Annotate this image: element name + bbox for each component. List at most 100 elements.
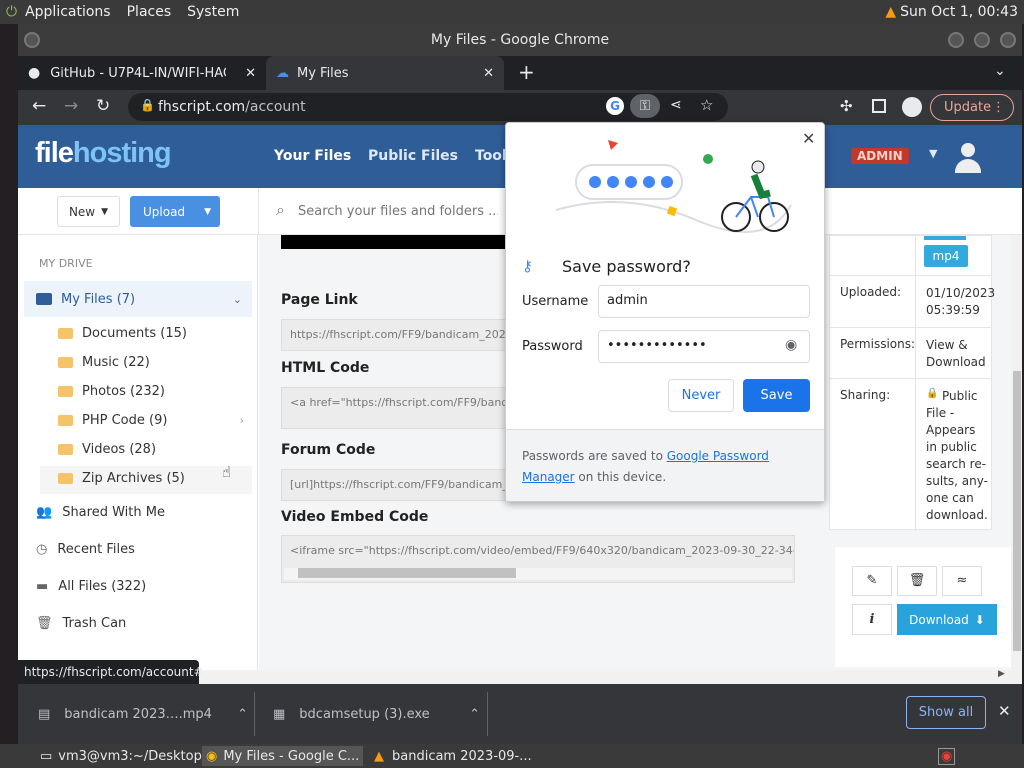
- taskbar-item-vlc[interactable]: ▲ bandicam 2023-09-...: [370, 746, 536, 766]
- sidebar-item-recent[interactable]: ◷ Recent Files: [36, 542, 135, 557]
- scroll-right-arrow-icon[interactable]: ▶: [998, 669, 1005, 679]
- cloud-icon: ☁: [276, 65, 289, 81]
- close-popup-icon[interactable]: ✕: [802, 129, 815, 148]
- vertical-scrollbar[interactable]: [1011, 235, 1022, 670]
- upload-dropdown-icon[interactable]: ▼: [204, 207, 211, 217]
- stats-button[interactable]: ≈: [942, 566, 982, 596]
- side-panel-icon[interactable]: [872, 99, 886, 113]
- folder-item-music[interactable]: Music (22): [58, 355, 150, 370]
- upload-button[interactable]: Upload ▼: [130, 196, 220, 227]
- taskbar-item-label: vm3@vm3:~/Desktop: [58, 748, 202, 764]
- never-button[interactable]: Never: [668, 379, 734, 412]
- chrome-icon: ◉: [206, 748, 218, 764]
- tab-search-chevron-icon[interactable]: ⌄: [994, 63, 1006, 79]
- taskbar-item-terminal[interactable]: ▭ vm3@vm3:~/Desktop: [36, 746, 206, 766]
- info-button[interactable]: i: [852, 604, 892, 635]
- sidebar-item-my-files[interactable]: My Files (7) ⌄: [24, 281, 252, 317]
- key-icon[interactable]: ⚿: [630, 94, 660, 118]
- sidebar-item-trash[interactable]: 🗑 Trash Can: [36, 616, 126, 631]
- file-type-tag[interactable]: mp4: [924, 245, 968, 267]
- page-horizontal-scrollbar[interactable]: [199, 670, 1022, 684]
- download-item-exe[interactable]: ▦ bdcamsetup (3).exe ⌃: [255, 684, 488, 744]
- site-logo[interactable]: filehosting: [35, 137, 172, 170]
- eye-icon[interactable]: ◉: [785, 337, 797, 353]
- tab-github[interactable]: ● GitHub - U7P4L-IN/WIFI-HAC ✕: [18, 56, 266, 90]
- admin-badge[interactable]: ADMIN: [851, 148, 909, 164]
- extensions-icon[interactable]: ✣: [840, 97, 853, 115]
- folder-item-php-code[interactable]: PHP Code (9) ›: [58, 413, 244, 428]
- taskbar-item-chrome[interactable]: ◉ My Files - Google C...: [202, 746, 364, 766]
- permissions-value: View & Download: [926, 338, 986, 369]
- delete-button[interactable]: 🗑: [897, 566, 937, 596]
- profile-avatar-icon[interactable]: [902, 97, 922, 117]
- google-icon[interactable]: G: [606, 97, 624, 115]
- embed-code-field[interactable]: <iframe src="https://fhscript.com/video/…: [281, 535, 795, 583]
- tab-my-files[interactable]: ☁ My Files ✕: [266, 56, 504, 90]
- search-input[interactable]: [298, 199, 498, 223]
- menu-system[interactable]: System: [187, 4, 239, 20]
- horizontal-scrollbar[interactable]: [284, 568, 792, 580]
- folder-item-zip-archives[interactable]: Zip Archives (5): [58, 471, 185, 486]
- nav-public-files[interactable]: Public Files: [368, 148, 458, 164]
- close-downloads-icon[interactable]: ✕: [998, 702, 1011, 720]
- sidebar: MY DRIVE My Files (7) ⌄ Documents (15) M…: [18, 235, 258, 670]
- back-icon[interactable]: ←: [32, 96, 46, 116]
- username-label: Username: [522, 294, 589, 309]
- save-button[interactable]: Save: [743, 379, 810, 412]
- chevron-right-icon[interactable]: ›: [240, 414, 244, 427]
- downloads-bar: ▤ bandicam 2023….mp4 ⌃ ▦ bdcamsetup (3).…: [18, 684, 1022, 744]
- reload-icon[interactable]: ↻: [96, 96, 110, 116]
- show-all-button[interactable]: Show all: [906, 696, 986, 729]
- chrome-icon: ◉: [938, 747, 956, 765]
- update-button[interactable]: Update ⋮: [930, 94, 1014, 121]
- scrollbar-thumb[interactable]: [298, 568, 516, 578]
- new-tab-icon[interactable]: +: [518, 60, 535, 84]
- folder-item-videos[interactable]: Videos (28): [58, 442, 156, 457]
- download-button[interactable]: Download ⬇: [897, 604, 997, 635]
- search-icon: ⌕: [276, 200, 285, 219]
- username-value: admin: [607, 293, 648, 308]
- desktop-background: [0, 24, 18, 744]
- close-tab-icon[interactable]: ✕: [245, 66, 256, 81]
- window-menu-button[interactable]: [24, 32, 40, 48]
- minimize-button[interactable]: [948, 32, 964, 48]
- share-icon[interactable]: ⋖: [670, 97, 682, 113]
- menu-places[interactable]: Places: [127, 4, 172, 20]
- clock[interactable]: Sun Oct 1, 00:43: [900, 4, 1018, 20]
- update-label: Update: [944, 100, 992, 115]
- close-tab-icon[interactable]: ✕: [483, 66, 494, 81]
- bookmark-star-icon[interactable]: ☆: [700, 96, 713, 114]
- os-logo-icon[interactable]: ⏻: [6, 4, 17, 20]
- edit-button[interactable]: ✎: [852, 566, 892, 596]
- popup-title: Save password?: [562, 257, 691, 276]
- nav-your-files[interactable]: Your Files: [274, 148, 351, 164]
- github-icon: ●: [28, 65, 41, 81]
- folder-item-documents[interactable]: Documents (15): [58, 326, 187, 341]
- username-field[interactable]: admin: [598, 285, 810, 318]
- lock-icon[interactable]: 🔒: [140, 98, 155, 112]
- new-button[interactable]: New ▼: [57, 196, 120, 227]
- folder-label: PHP Code (9): [82, 413, 168, 428]
- window-title: My Files - Google Chrome: [430, 32, 610, 48]
- user-avatar[interactable]: [955, 143, 981, 175]
- folder-item-photos[interactable]: Photos (232): [58, 384, 165, 399]
- password-field[interactable]: ••••••••••••• ◉: [598, 330, 810, 363]
- sidebar-item-all-files[interactable]: ▬ All Files (322): [36, 579, 146, 594]
- vlc-tray-icon[interactable]: ▲: [885, 4, 896, 20]
- taskbar-workspace-chrome[interactable]: ◉: [934, 746, 959, 766]
- address-bar[interactable]: 🔒 fhscript.com/account G ⚿ ⋖ ☆: [128, 93, 728, 121]
- os-top-panel: ⏻ Applications Places System ▲ Sun Oct 1…: [0, 0, 1024, 24]
- sidebar-item-shared[interactable]: 👥 Shared With Me: [36, 505, 165, 520]
- chevron-up-icon[interactable]: ⌃: [469, 707, 480, 722]
- admin-dropdown-icon[interactable]: ▼: [929, 147, 937, 160]
- exe-file-icon: ▦: [273, 706, 286, 722]
- menu-applications[interactable]: Applications: [25, 4, 111, 20]
- chevron-up-icon[interactable]: ⌃: [237, 707, 248, 722]
- close-window-button[interactable]: [1000, 32, 1016, 48]
- password-key-icon: ⚷: [522, 257, 533, 275]
- forward-icon[interactable]: →: [64, 96, 78, 116]
- vertical-scrollbar-thumb[interactable]: [1012, 371, 1021, 651]
- caret-down-icon: ▼: [101, 206, 109, 217]
- maximize-button[interactable]: [974, 32, 990, 48]
- download-item-mp4[interactable]: ▤ bandicam 2023….mp4 ⌃: [18, 684, 256, 744]
